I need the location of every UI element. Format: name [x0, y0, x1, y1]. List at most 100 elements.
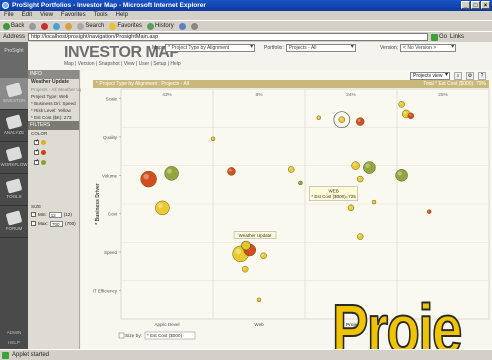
minimize-button[interactable]: _	[461, 1, 470, 9]
workflow-icon	[5, 146, 23, 162]
rail-item-forum[interactable]: FORUM	[0, 206, 28, 238]
version-control: Version: < No Version >	[380, 44, 457, 52]
star-icon	[109, 22, 117, 30]
project-bubble	[210, 136, 216, 142]
project-bubble	[356, 233, 364, 240]
bubble-highlight	[365, 163, 370, 168]
portfolio-select[interactable]: Projects - All	[285, 44, 356, 52]
bubble-highlight	[261, 253, 264, 256]
favorites-button[interactable]: Favorites	[109, 22, 142, 30]
rail-item-workflow[interactable]: WORKFLOW	[0, 142, 28, 174]
project-bubble	[164, 166, 179, 181]
column-percent-label: 24%	[346, 92, 356, 98]
home-button[interactable]	[65, 22, 73, 30]
bubble-highlight	[289, 167, 292, 170]
window-buttons: _ □ ×	[461, 1, 490, 9]
menu-edit[interactable]: Edit	[22, 11, 32, 20]
project-bubble	[407, 112, 415, 120]
print-button[interactable]	[190, 22, 198, 30]
info-header: INFO	[28, 70, 79, 79]
x-tick-label: Applic Devel	[154, 322, 179, 327]
status-text: Applet started	[12, 352, 50, 358]
bubble-highlight	[228, 168, 232, 172]
menu-view[interactable]: View	[40, 11, 53, 20]
investor-icon	[5, 82, 23, 98]
app-nav[interactable]: Map | Version | Snapshot | View | User |…	[64, 61, 181, 67]
color-filter-red[interactable]	[28, 147, 79, 157]
menu-file[interactable]: File	[4, 11, 14, 20]
size-label: SIZE	[31, 204, 42, 209]
color-filter-yellow[interactable]	[28, 137, 79, 147]
bubble-highlight	[143, 173, 149, 180]
size-max-input[interactable]: 700	[49, 220, 63, 227]
project-bubble	[351, 161, 360, 170]
mail-button[interactable]	[178, 22, 186, 30]
project-bubble	[316, 115, 322, 120]
bubble-highlight	[357, 118, 361, 122]
rail-item-tools[interactable]: TOOLS	[0, 174, 28, 206]
size-min-input[interactable]: 12	[48, 211, 62, 218]
project-bubble	[155, 200, 170, 216]
y-tick-label: Speed	[104, 250, 118, 255]
bubble-highlight	[399, 102, 402, 105]
prosight-logo: ProSight	[0, 42, 28, 78]
project-bubble	[363, 161, 376, 174]
color-filter-green[interactable]	[28, 157, 79, 167]
refresh-button[interactable]	[53, 22, 61, 30]
search-icon	[77, 22, 85, 30]
bubble-highlight	[358, 234, 361, 237]
size-by-checkbox	[118, 332, 125, 339]
browser-toolbar: Back Search Favorites History	[0, 20, 492, 31]
version-select[interactable]: < No Version >	[400, 44, 457, 52]
tools-icon	[5, 178, 23, 194]
forward-button[interactable]	[29, 22, 37, 30]
size-min-label: Min:	[38, 212, 47, 217]
rail-admin-link[interactable]: ADMIN	[0, 330, 28, 335]
project-bubble	[426, 209, 432, 214]
project-bubble	[260, 252, 267, 259]
search-button[interactable]: Search	[77, 22, 104, 30]
project-bubble	[256, 297, 262, 303]
history-button[interactable]: History	[147, 22, 174, 30]
red-dot-icon	[41, 149, 46, 155]
back-arrow-icon	[3, 22, 10, 30]
bubble-highlight	[403, 111, 407, 115]
info-line: Project Type: Web	[31, 94, 69, 99]
size-by-label: Size by:	[125, 333, 142, 339]
checkbox[interactable]	[34, 138, 39, 145]
go-arrow-icon	[431, 33, 439, 41]
ie-icon	[2, 2, 9, 9]
checkbox[interactable]	[34, 148, 39, 155]
address-input[interactable]: http://localhost/prosight/navigation/Pro…	[28, 33, 429, 41]
go-button[interactable]: Go	[431, 33, 447, 41]
callout-label: Weather Update	[239, 233, 272, 238]
stop-button[interactable]	[41, 22, 49, 30]
menu-help[interactable]: Help	[116, 11, 128, 20]
checkbox[interactable]	[31, 212, 36, 217]
project-bubble	[287, 166, 295, 173]
bubble-highlight	[235, 248, 241, 255]
map-control: Map: * Project Type by Alignment	[152, 44, 256, 52]
checkbox[interactable]	[34, 158, 39, 165]
checkbox[interactable]	[31, 221, 36, 226]
back-button[interactable]: Back	[3, 22, 24, 30]
tooltip-title: WEB	[328, 188, 338, 193]
close-button[interactable]: ×	[481, 1, 490, 9]
menu-favorites[interactable]: Favorites	[61, 11, 86, 20]
menu-tools[interactable]: Tools	[94, 11, 108, 20]
map-select[interactable]: * Project Type by Alignment	[165, 44, 256, 52]
bubble-highlight	[243, 267, 246, 270]
bubble-highlight	[353, 163, 356, 166]
info-line: * Risk Level: Yellow	[31, 108, 71, 113]
rail-item-investor[interactable]: INVESTOR	[0, 78, 28, 110]
mail-icon	[178, 22, 186, 30]
info-line: * Business Dri: Speed	[31, 101, 76, 106]
info-line: * Est Cost ($K): 273	[31, 115, 72, 120]
rail-item-analyze[interactable]: ANALYZE	[0, 110, 28, 142]
links-button[interactable]: Links	[450, 34, 464, 40]
maximize-button[interactable]: □	[471, 1, 480, 9]
rail-help-link[interactable]: HELP	[0, 340, 28, 345]
left-rail: ProSight INVESTOR ANALYZE WORKFLOW TOOLS…	[0, 42, 28, 349]
project-bubble	[371, 199, 377, 205]
y-axis-title: * Business Driver	[95, 183, 101, 224]
